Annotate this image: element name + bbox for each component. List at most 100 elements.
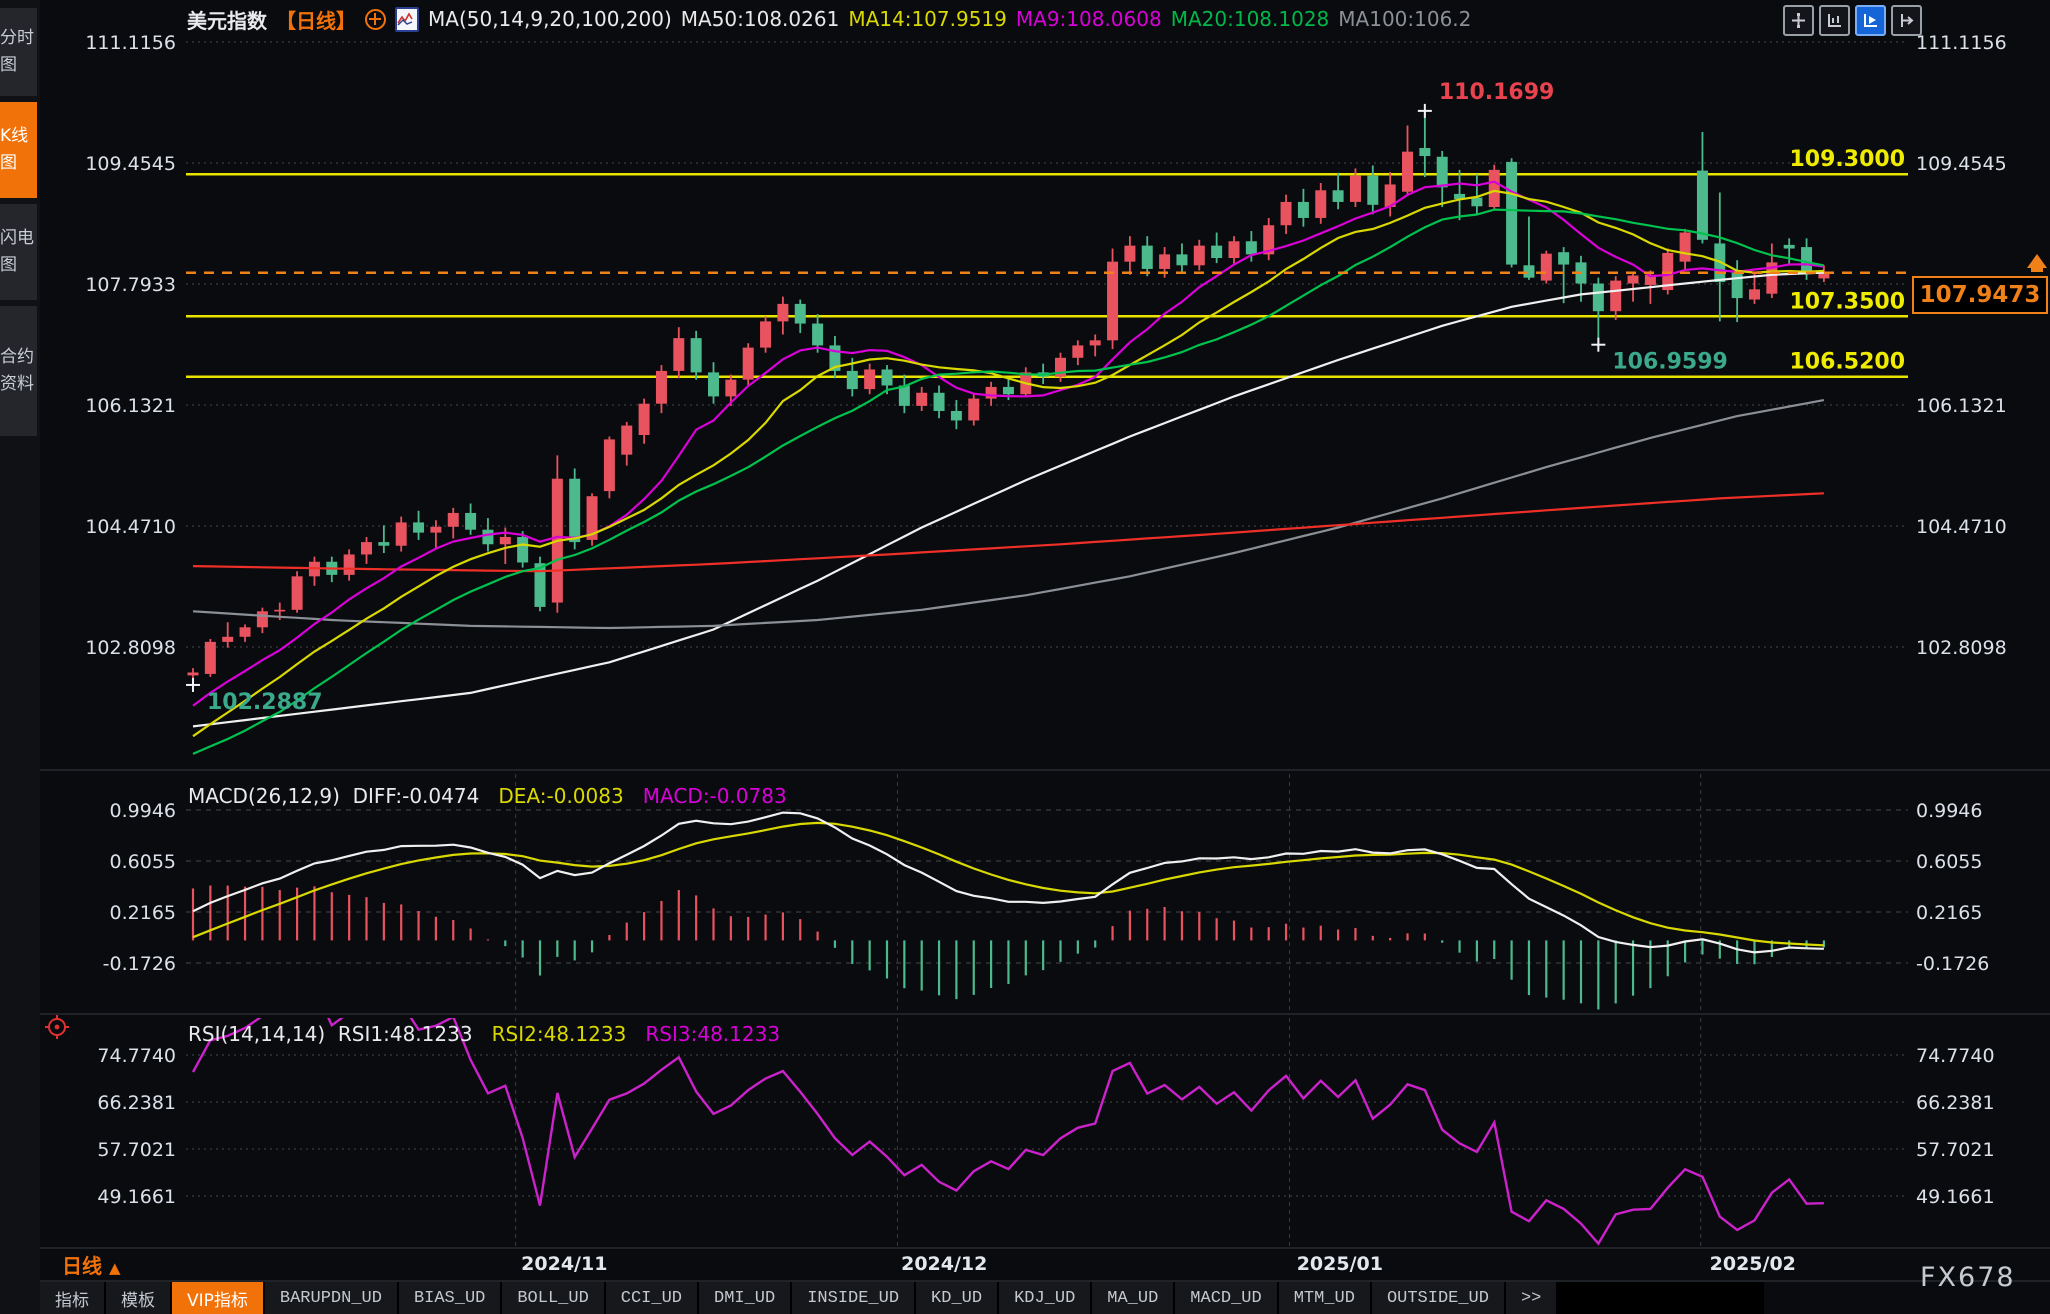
toolbar-tab-barupdn[interactable]: BARUPDN_UD [265, 1282, 397, 1314]
candle[interactable] [1229, 236, 1240, 265]
toolbar-tab-mtm[interactable]: MTM_UD [1279, 1282, 1370, 1314]
toolbar-tab-templates[interactable]: 模板 [106, 1282, 170, 1314]
candle[interactable] [760, 316, 771, 352]
candle[interactable] [1506, 158, 1517, 267]
candle[interactable] [1281, 195, 1292, 234]
candle[interactable] [344, 549, 355, 580]
candle[interactable] [1315, 183, 1326, 224]
candle[interactable] [1454, 170, 1465, 220]
candle[interactable] [396, 517, 407, 552]
candle[interactable] [1558, 247, 1569, 303]
candle[interactable] [1124, 236, 1135, 275]
toolbar-tab-outside[interactable]: OUTSIDE_UD [1372, 1282, 1504, 1314]
candle[interactable] [1784, 238, 1795, 265]
candle[interactable] [1697, 132, 1708, 243]
candle[interactable] [1523, 216, 1534, 279]
rsi2-value: RSI2:48.1233 [492, 1022, 627, 1046]
candle[interactable] [795, 300, 806, 334]
candle[interactable] [986, 382, 997, 406]
candle[interactable] [1610, 276, 1621, 320]
candle[interactable] [1263, 218, 1274, 260]
candle[interactable] [1090, 334, 1101, 356]
candle[interactable] [1628, 273, 1639, 302]
candle[interactable] [639, 399, 650, 444]
indicator-settings-icon[interactable] [395, 7, 419, 32]
candle[interactable] [899, 375, 910, 414]
candle[interactable] [552, 455, 563, 612]
toolbar-tab-macd[interactable]: MACD_UD [1175, 1282, 1276, 1314]
candle[interactable] [916, 387, 927, 411]
candle[interactable] [1489, 165, 1500, 211]
toolbar-tab-ma[interactable]: MA_UD [1092, 1282, 1173, 1314]
toolbar-tab-kd[interactable]: KD_UD [916, 1282, 997, 1314]
chart-canvas[interactable]: 111.1156111.1156109.4545109.4545107.7933… [0, 0, 2050, 1314]
candle[interactable] [361, 537, 372, 564]
sidebar-tab-lightning-chart[interactable]: 闪电图 [0, 204, 37, 300]
candle[interactable] [535, 557, 546, 612]
toolbar-tab-indicators[interactable]: 指标 [40, 1282, 104, 1314]
candle[interactable] [1680, 229, 1691, 271]
candle[interactable] [864, 364, 875, 395]
candle[interactable] [1142, 236, 1153, 276]
toolbar-tab-kdj[interactable]: KDJ_UD [999, 1282, 1090, 1314]
add-compare-icon[interactable] [365, 9, 386, 30]
play-axis-icon[interactable] [1855, 5, 1886, 36]
sidebar-tab-contract-info[interactable]: 合约资料 [0, 306, 37, 436]
toolbar-tab-boll[interactable]: BOLL_UD [502, 1282, 603, 1314]
candle[interactable] [465, 503, 476, 534]
candle[interactable] [708, 362, 719, 404]
candle[interactable] [1385, 172, 1396, 216]
candle[interactable] [430, 520, 441, 549]
candle[interactable] [1437, 151, 1448, 207]
toolbar-tab-vip-indicators[interactable]: VIP指标 [172, 1282, 263, 1314]
candle[interactable] [1367, 166, 1378, 215]
candle[interactable] [934, 385, 945, 418]
candle[interactable] [1298, 189, 1309, 227]
candle[interactable] [413, 511, 424, 540]
candle[interactable] [1333, 173, 1344, 209]
period-selector[interactable]: 日线 ▲ [62, 1250, 121, 1279]
candle[interactable] [309, 557, 320, 586]
sidebar-tab-kline-chart[interactable]: K线图 [0, 102, 37, 198]
candle[interactable] [587, 493, 598, 545]
toolbar-tab-more[interactable]: >> [1506, 1282, 1556, 1314]
candle[interactable] [1419, 111, 1430, 177]
sidebar-tab-time-chart[interactable]: 分时图 [0, 8, 37, 96]
candle[interactable] [951, 400, 962, 429]
crosshair-tool-icon[interactable] [44, 1014, 70, 1044]
candle[interactable] [378, 525, 389, 553]
toolbar-tab-bias[interactable]: BIAS_UD [399, 1282, 500, 1314]
candle[interactable] [1714, 192, 1725, 321]
candle[interactable] [1662, 249, 1673, 295]
candle[interactable] [292, 571, 303, 613]
candle[interactable] [1194, 240, 1205, 271]
candle[interactable] [743, 343, 754, 385]
candle[interactable] [1541, 251, 1552, 284]
candle[interactable] [1176, 243, 1187, 272]
candle[interactable] [777, 297, 788, 335]
candle[interactable] [621, 422, 632, 466]
candle[interactable] [968, 393, 979, 426]
candle[interactable] [1107, 249, 1118, 350]
candle[interactable] [691, 331, 702, 380]
candle[interactable] [1211, 233, 1222, 264]
candle[interactable] [673, 327, 684, 378]
shift-axis-icon[interactable] [1891, 5, 1922, 36]
move-icon[interactable] [1783, 5, 1814, 36]
candle[interactable] [448, 508, 459, 539]
candle[interactable] [205, 639, 216, 677]
candle[interactable] [604, 436, 615, 498]
candle[interactable] [656, 365, 667, 413]
candle[interactable] [1471, 174, 1482, 214]
candle[interactable] [257, 608, 268, 633]
toolbar-tab-dmi[interactable]: DMI_UD [699, 1282, 790, 1314]
candle[interactable] [1402, 125, 1413, 196]
candle[interactable] [829, 336, 840, 378]
candle[interactable] [1593, 278, 1604, 345]
toolbar-tab-cci[interactable]: CCI_UD [606, 1282, 697, 1314]
candle[interactable] [240, 624, 251, 641]
axis-scale-icon[interactable] [1819, 5, 1850, 36]
candle[interactable] [1072, 340, 1083, 365]
toolbar-tab-inside[interactable]: INSIDE_UD [792, 1282, 914, 1314]
candle[interactable] [222, 622, 233, 647]
